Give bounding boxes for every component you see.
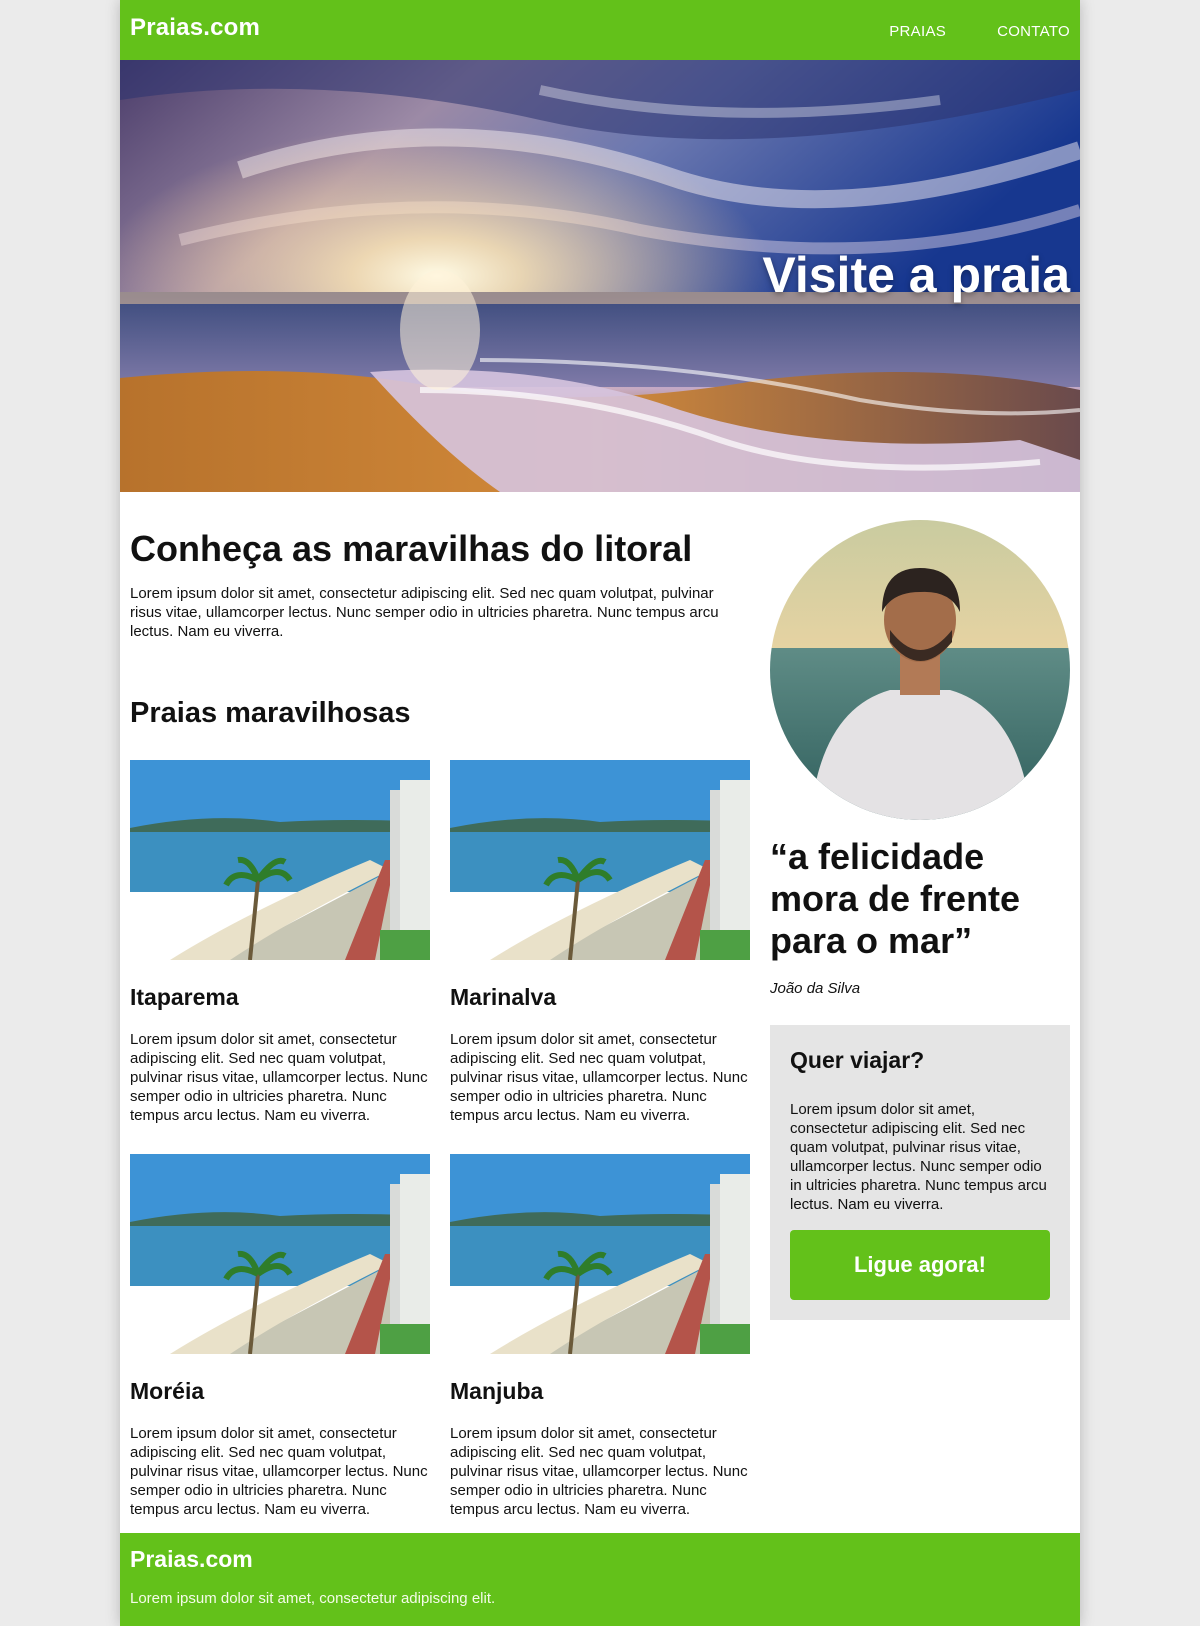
- beach-name: Manjuba: [450, 1378, 544, 1404]
- profile-photo-image: [770, 520, 1070, 820]
- beach-name: Itaparema: [130, 984, 239, 1010]
- beaches-heading: Praias maravilhosas: [130, 697, 411, 729]
- page-container: Praias.com PRAIAS CONTATO Visite a praia…: [120, 0, 1080, 1626]
- site-logo[interactable]: Praias.com: [130, 14, 260, 42]
- beach-card-itaparema: Itaparema Lorem ipsum dolor sit amet, co…: [130, 760, 430, 1125]
- footer-logo: Praias.com: [130, 1546, 253, 1572]
- beach-card-marinalva: Marinalva Lorem ipsum dolor sit amet, co…: [450, 760, 750, 1125]
- main-nav: PRAIAS CONTATO: [889, 23, 1070, 40]
- top-navbar: Praias.com PRAIAS CONTATO: [120, 0, 1080, 60]
- quote-author: João da Silva: [770, 980, 861, 997]
- hero-title: Visite a praia: [762, 247, 1070, 303]
- site-footer: Praias.com Lorem ipsum dolor sit amet, c…: [120, 1533, 1080, 1626]
- quote-text: “a felicidade mora de frente para o mar”: [770, 836, 1021, 961]
- beach-description: Lorem ipsum dolor sit amet, consectetur …: [130, 1031, 428, 1124]
- cta-paragraph: Lorem ipsum dolor sit amet, consectetur …: [790, 1101, 1047, 1213]
- intro-heading: Conheça as maravilhas do litoral: [130, 528, 693, 569]
- beach-card-manjuba: Manjuba Lorem ipsum dolor sit amet, cons…: [450, 1154, 750, 1519]
- beach-card-moreia: Moréia Lorem ipsum dolor sit amet, conse…: [130, 1154, 430, 1519]
- nav-link-contato[interactable]: CONTATO: [997, 23, 1070, 40]
- beach-description: Lorem ipsum dolor sit amet, consectetur …: [130, 1425, 428, 1518]
- beach-name: Marinalva: [450, 984, 557, 1010]
- cta-heading: Quer viajar?: [790, 1047, 925, 1073]
- beach-description: Lorem ipsum dolor sit amet, consectetur …: [450, 1031, 748, 1124]
- nav-link-praias[interactable]: PRAIAS: [889, 23, 946, 40]
- hero-banner: Visite a praia: [120, 60, 1080, 492]
- footer-text: Lorem ipsum dolor sit amet, consectetur …: [130, 1590, 496, 1607]
- cta-box: Quer viajar? Lorem ipsum dolor sit amet,…: [770, 1025, 1070, 1320]
- beach-description: Lorem ipsum dolor sit amet, consectetur …: [450, 1425, 748, 1518]
- beach-photo-image[interactable]: [130, 760, 430, 960]
- beach-name: Moréia: [130, 1378, 205, 1404]
- call-now-button[interactable]: Ligue agora!: [790, 1230, 1050, 1300]
- beach-photo-image[interactable]: [450, 760, 750, 960]
- beach-photo-image[interactable]: [450, 1154, 750, 1354]
- intro-paragraph: Lorem ipsum dolor sit amet, consectetur …: [130, 585, 719, 640]
- beach-photo-image[interactable]: [130, 1154, 430, 1354]
